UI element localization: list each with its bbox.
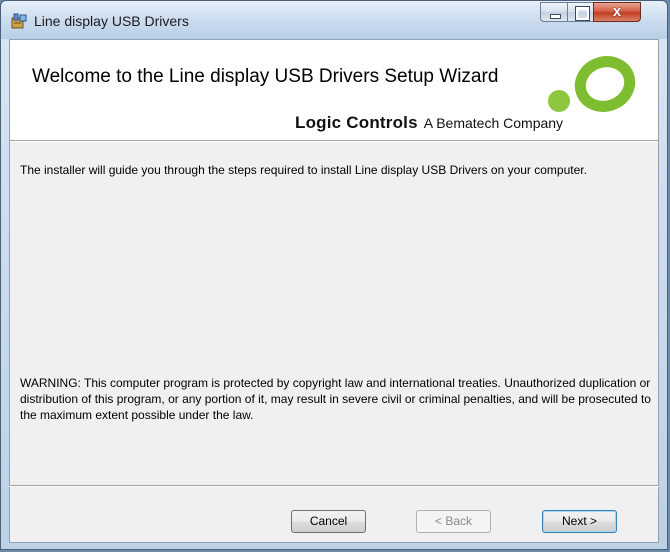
close-button[interactable]: x [593,2,641,22]
logo-dot [548,90,570,112]
close-icon: x [612,3,622,20]
setup-wizard-window: Line display USB Drivers x Welcome to th… [0,0,668,550]
window-title: Line display USB Drivers [34,13,189,29]
brand-name: Logic Controls [295,113,418,132]
brand-text: Logic Controls A Bematech Company [295,113,655,133]
minimize-button[interactable] [540,2,568,22]
next-button[interactable]: Next > [542,510,617,533]
maximize-icon [575,6,590,21]
brand-tagline: A Bematech Company [423,115,564,131]
intro-text: The installer will guide you through the… [20,163,587,177]
banner-divider [10,140,658,142]
minimize-icon [550,14,561,19]
back-button[interactable]: < Back [416,510,491,533]
installer-icon [11,13,27,29]
warning-text: WARNING: This computer program is protec… [20,376,651,422]
logo-ring-icon [574,56,636,112]
footer-divider [9,485,659,487]
title-bar[interactable]: Line display USB Drivers x [1,1,667,39]
cancel-button[interactable]: Cancel [291,510,366,533]
page-title: Welcome to the Line display USB Drivers … [32,66,499,87]
maximize-button[interactable] [567,2,594,22]
